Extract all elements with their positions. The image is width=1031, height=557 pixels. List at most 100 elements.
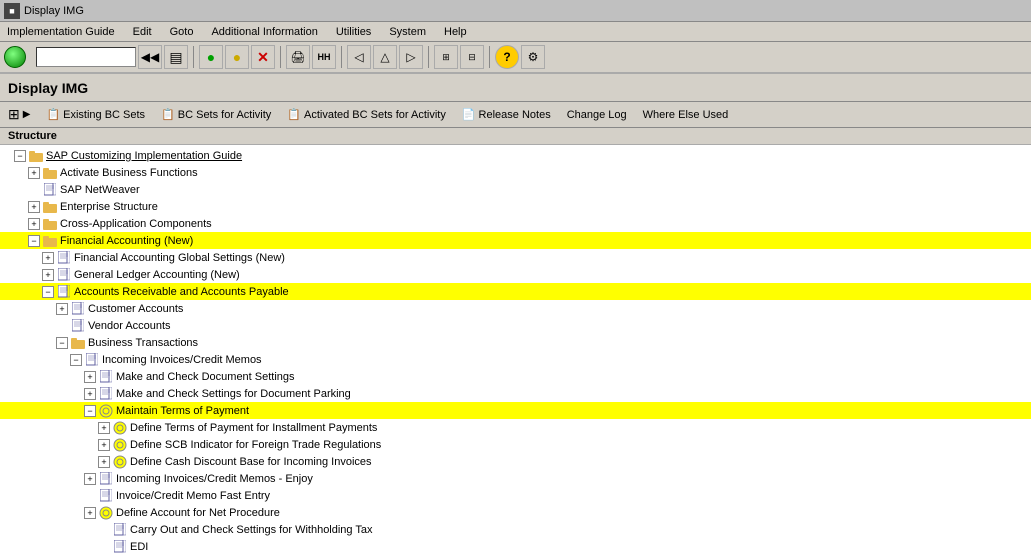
expand-button[interactable]: + — [28, 167, 40, 179]
folder-icon — [70, 336, 86, 350]
release-notes-icon: 📄 — [462, 108, 476, 121]
stop-btn[interactable]: ✕ — [251, 45, 275, 69]
help-btn[interactable]: ? — [495, 45, 519, 69]
tree-item-label: Activate Business Functions — [60, 167, 198, 179]
tree-item-label: Customer Accounts — [88, 303, 183, 315]
expand-button[interactable]: + — [56, 303, 68, 315]
expand-button[interactable]: − — [56, 337, 68, 349]
tree-item[interactable]: −Financial Accounting (New) — [0, 232, 1031, 249]
tree-item-label: Vendor Accounts — [88, 320, 171, 332]
tree-item-label: Define SCB Indicator for Foreign Trade R… — [130, 439, 381, 451]
tree-item[interactable]: +Define Terms of Payment for Installment… — [0, 419, 1031, 436]
circle-doc-icon — [98, 404, 114, 418]
tree-item[interactable]: Invoice/Credit Memo Fast Entry — [0, 487, 1031, 504]
tree-item[interactable]: −Incoming Invoices/Credit Memos — [0, 351, 1031, 368]
tree-item[interactable]: EDI — [0, 538, 1031, 555]
nav-up[interactable]: △ — [373, 45, 397, 69]
activated-icon: 📋 — [287, 108, 301, 121]
expand-button[interactable]: + — [84, 507, 96, 519]
expand-button[interactable]: + — [84, 371, 96, 383]
expand-button[interactable]: − — [84, 405, 96, 417]
tree-item[interactable]: + Define Cash Discount Base for Incoming … — [0, 453, 1031, 470]
existing-bc-sets[interactable]: 📋 Existing BC Sets — [46, 108, 145, 121]
menu-utilities[interactable]: Utilities — [333, 26, 374, 38]
tree-item[interactable]: +Define Account for Net Procedure — [0, 504, 1031, 521]
document-icon — [70, 302, 86, 316]
window-btn1[interactable]: ⊞ — [434, 45, 458, 69]
change-log[interactable]: Change Log — [567, 109, 627, 121]
tree-item[interactable]: + Define SCB Indicator for Foreign Trade … — [0, 436, 1031, 453]
tree-item-label: Financial Accounting Global Settings (Ne… — [74, 252, 285, 264]
forward-btn[interactable]: ● — [199, 45, 223, 69]
document-icon — [56, 285, 72, 299]
tree-item-label: Define Cash Discount Base for Incoming I… — [130, 456, 372, 468]
tree-item[interactable]: +Make and Check Document Settings — [0, 368, 1031, 385]
expand-button[interactable]: + — [42, 269, 54, 281]
change-log-label: Change Log — [567, 109, 627, 121]
menu-implementation-guide[interactable]: Implementation Guide — [4, 26, 118, 38]
expand-button[interactable]: + — [42, 252, 54, 264]
release-notes[interactable]: 📄 Release Notes — [462, 108, 551, 121]
tree-item-label: SAP NetWeaver — [60, 184, 140, 196]
bc-sets-toggle[interactable]: ⊞ ▶ — [8, 106, 30, 123]
menu-goto[interactable]: Goto — [167, 26, 197, 38]
history-btn[interactable]: ▤ — [164, 45, 188, 69]
save-btn[interactable]: HH — [312, 45, 336, 69]
nav-left[interactable]: ◁ — [347, 45, 371, 69]
tree-item-label: Invoice/Credit Memo Fast Entry — [116, 490, 270, 502]
bc-sets-activity[interactable]: 📋 BC Sets for Activity — [161, 108, 271, 121]
toolbar: ◀◀ ▤ ● ● ✕ 🖨 HH ◁ △ ▷ ⊞ ⊟ ? ⚙ — [0, 42, 1031, 74]
expand-button[interactable]: + — [84, 388, 96, 400]
ok-button[interactable] — [4, 46, 26, 68]
document-icon — [98, 370, 114, 384]
tree-item[interactable]: + Financial Accounting Global Settings (N… — [0, 249, 1031, 266]
tree-item[interactable]: +Enterprise Structure — [0, 198, 1031, 215]
tree-item[interactable]: −Accounts Receivable and Accounts Payabl… — [0, 283, 1031, 300]
back-btn[interactable]: ◀◀ — [138, 45, 162, 69]
menu-edit[interactable]: Edit — [130, 26, 155, 38]
menu-additional-information[interactable]: Additional Information — [208, 26, 320, 38]
expand-button[interactable]: + — [98, 456, 110, 468]
expand-button[interactable]: + — [98, 422, 110, 434]
circle-doc-icon — [112, 455, 128, 469]
bc-sets-activity-label: BC Sets for Activity — [178, 109, 272, 121]
tree-item-label: SAP Customizing Implementation Guide — [46, 150, 242, 162]
title-bar: ■ Display IMG — [0, 0, 1031, 22]
pause-btn[interactable]: ● — [225, 45, 249, 69]
settings-btn[interactable]: ⚙ — [521, 45, 545, 69]
tree-item[interactable]: Carry Out and Check Settings for Withhol… — [0, 521, 1031, 538]
tree-item[interactable]: +General Ledger Accounting (New) — [0, 266, 1031, 283]
menu-help[interactable]: Help — [441, 26, 470, 38]
window-btn2[interactable]: ⊟ — [460, 45, 484, 69]
tree-item[interactable]: −Maintain Terms of Payment — [0, 402, 1031, 419]
tree-item[interactable]: +Incoming Invoices/Credit Memos - Enjoy — [0, 470, 1031, 487]
expand-button[interactable]: + — [28, 201, 40, 213]
print-btn[interactable]: 🖨 — [286, 45, 310, 69]
structure-label: Structure — [8, 130, 57, 142]
expand-button[interactable]: − — [28, 235, 40, 247]
expand-button[interactable]: + — [84, 473, 96, 485]
expand-button[interactable]: − — [14, 150, 26, 162]
where-else-used[interactable]: Where Else Used — [643, 109, 729, 121]
tree-item[interactable]: −Business Transactions — [0, 334, 1031, 351]
expand-button[interactable]: + — [98, 439, 110, 451]
document-icon — [70, 319, 86, 333]
menu-system[interactable]: System — [386, 26, 429, 38]
tree-item-label: Carry Out and Check Settings for Withhol… — [130, 524, 373, 536]
document-icon — [98, 472, 114, 486]
expand-button[interactable]: − — [70, 354, 82, 366]
expand-button[interactable]: + — [28, 218, 40, 230]
menu-bar: Implementation Guide Edit Goto Additiona… — [0, 22, 1031, 42]
activated-bc-sets[interactable]: 📋 Activated BC Sets for Activity — [287, 108, 446, 121]
command-input[interactable] — [36, 47, 136, 67]
tree-item[interactable]: + Customer Accounts — [0, 300, 1031, 317]
tree-item[interactable]: +Make and Check Settings for Document Pa… — [0, 385, 1031, 402]
structure-header: Structure — [0, 128, 1031, 145]
tree-item[interactable]: − SAP Customizing Implementation Guide — [0, 147, 1031, 164]
nav-right[interactable]: ▷ — [399, 45, 423, 69]
tree-item[interactable]: Vendor Accounts — [0, 317, 1031, 334]
expand-button[interactable]: − — [42, 286, 54, 298]
tree-item[interactable]: SAP NetWeaver — [0, 181, 1031, 198]
tree-item[interactable]: + Activate Business Functions — [0, 164, 1031, 181]
tree-item[interactable]: +Cross-Application Components — [0, 215, 1031, 232]
